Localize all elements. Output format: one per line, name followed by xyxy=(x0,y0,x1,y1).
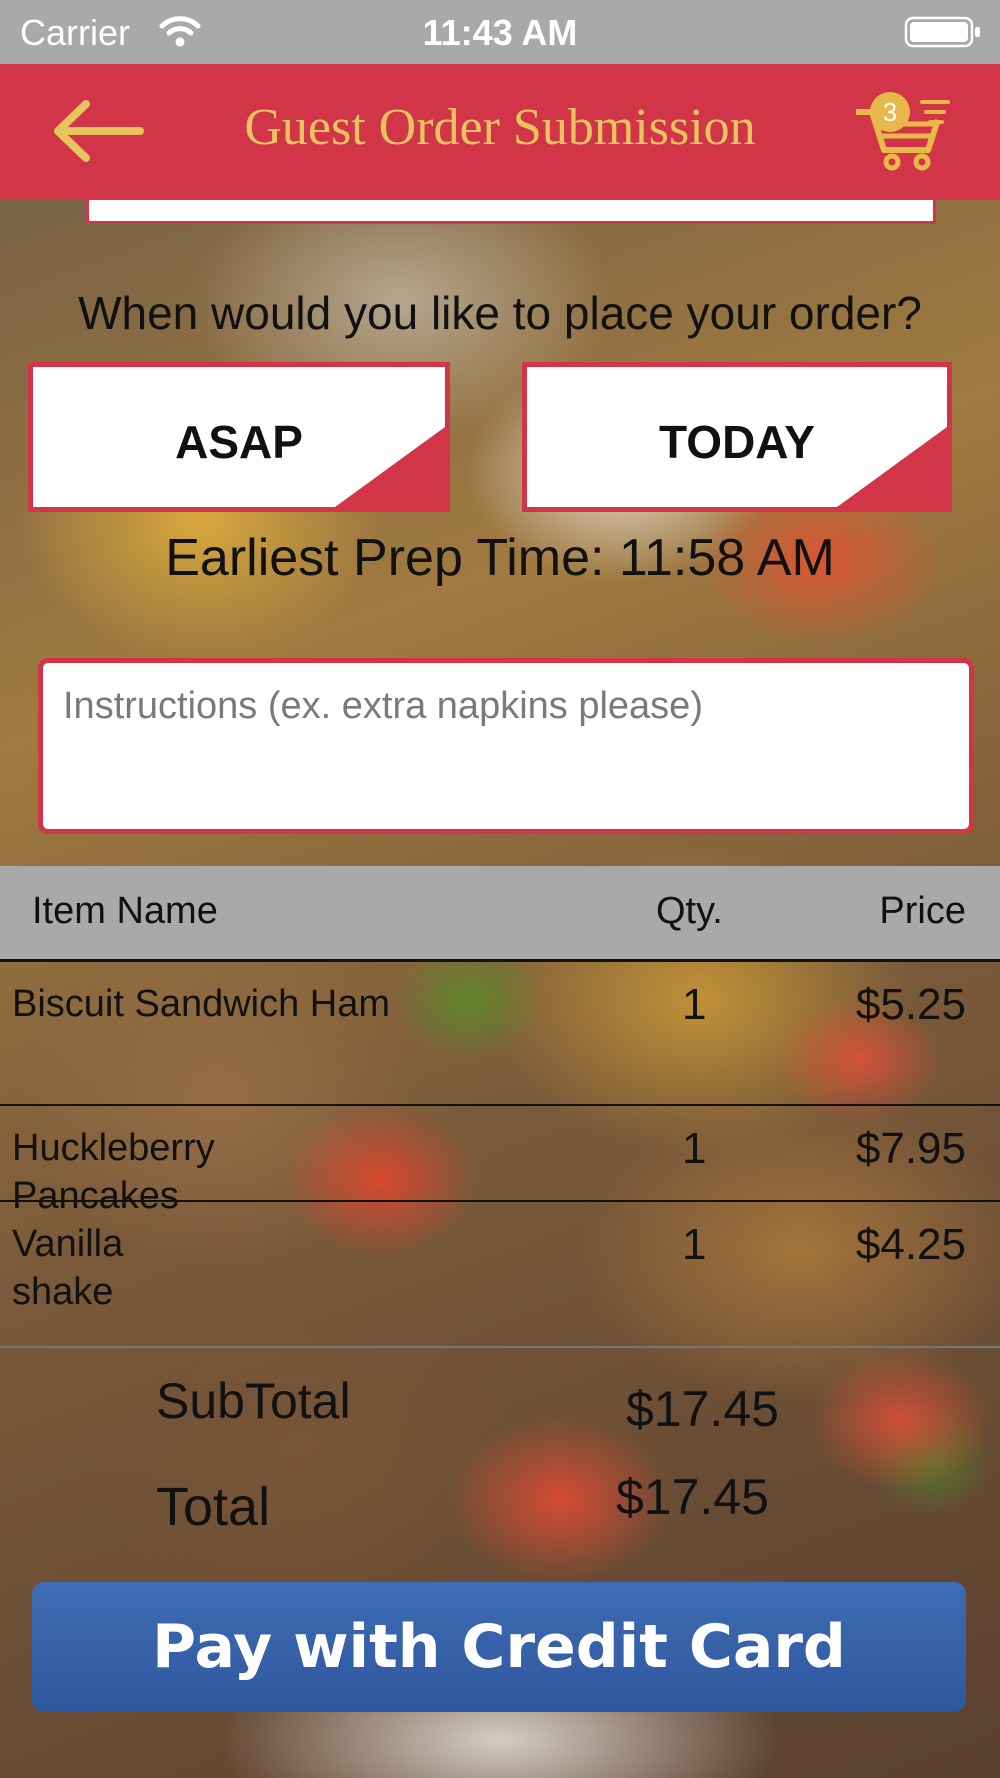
pay-with-credit-card-button[interactable]: Pay with Credit Card xyxy=(32,1582,966,1712)
battery-icon xyxy=(904,16,980,48)
scrolled-field-edge xyxy=(86,200,936,224)
status-bar: Carrier 11:43 AM xyxy=(0,0,1000,64)
column-header-item-name: Item Name xyxy=(32,890,218,932)
item-price: $7.95 xyxy=(855,1124,966,1173)
today-button-label: TODAY xyxy=(659,416,815,468)
item-qty: 1 xyxy=(682,1220,707,1269)
today-button[interactable]: TODAY xyxy=(522,362,952,512)
cart-count-badge: 3 xyxy=(870,92,910,132)
item-qty: 1 xyxy=(682,1124,707,1173)
order-time-question: When would you like to place your order? xyxy=(78,287,922,339)
total-value: $17.45 xyxy=(616,1469,769,1525)
order-table-header: Item Name Qty. Price xyxy=(0,866,1000,962)
clock: 11:43 AM xyxy=(422,12,578,53)
column-header-price: Price xyxy=(879,890,966,932)
item-qty: 1 xyxy=(682,980,707,1029)
nav-bar: Guest Order Submission 3 xyxy=(0,64,1000,200)
table-row[interactable]: Biscuit Sandwich Ham 1 $5.25 xyxy=(0,962,1000,1106)
subtotal-value: $17.45 xyxy=(626,1381,779,1437)
asap-button-label: ASAP xyxy=(175,416,303,468)
table-row[interactable]: Vanilla shake 1 $4.25 xyxy=(0,1202,1000,1348)
earliest-prep-time: Earliest Prep Time: 11:58 AM xyxy=(165,529,835,587)
back-arrow-icon[interactable] xyxy=(48,98,148,164)
total-label: Total xyxy=(156,1477,271,1537)
instructions-input[interactable] xyxy=(38,658,974,834)
page-title: Guest Order Submission xyxy=(244,99,756,156)
item-name: Biscuit Sandwich Ham xyxy=(12,983,391,1025)
item-price: $5.25 xyxy=(855,980,966,1029)
column-header-qty: Qty. xyxy=(656,890,723,932)
asap-button[interactable]: ASAP xyxy=(28,362,450,512)
item-price: $4.25 xyxy=(855,1220,966,1269)
subtotal-label: SubTotal xyxy=(156,1373,351,1429)
item-name: Vanilla shake xyxy=(12,1223,124,1313)
table-row[interactable]: Huckleberry Pancakes 1 $7.95 xyxy=(0,1106,1000,1217)
